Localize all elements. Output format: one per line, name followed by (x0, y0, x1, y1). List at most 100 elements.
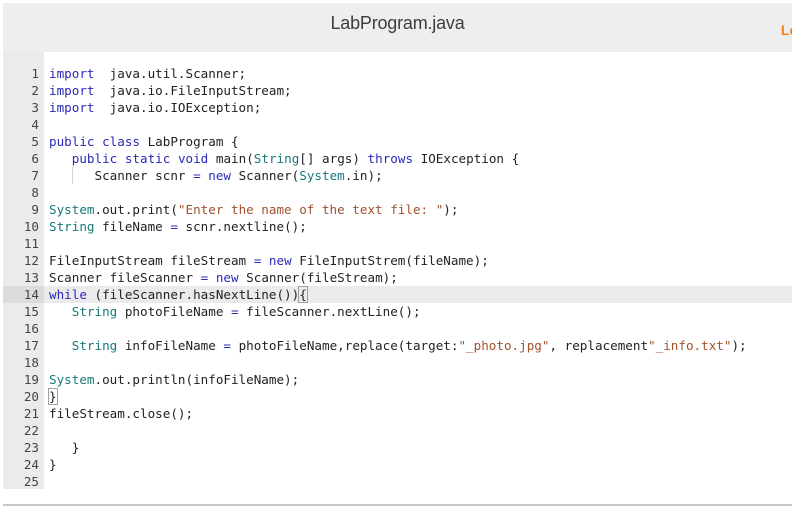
operator-token: = (230, 304, 239, 319)
code-editor[interactable]: 1 import java.util.Scanner; 2 import java.i… (3, 52, 792, 504)
line-code: public class LabProgram { (49, 133, 239, 150)
code-line[interactable]: 25 (3, 473, 792, 490)
line-number: 14 (3, 286, 39, 303)
code-token: infoFileName (117, 338, 224, 353)
code-token: main( (208, 151, 254, 166)
string-token: "_photo.jpg" (458, 338, 550, 353)
line-code: } (48, 388, 58, 405)
code-line[interactable]: 21 fileStream.close(); (3, 405, 792, 422)
code-lines[interactable]: 1 import java.util.Scanner; 2 import java.i… (3, 65, 792, 490)
code-line[interactable]: 8 (3, 184, 792, 201)
keyword-token: void (177, 151, 209, 166)
keyword-token: public (49, 134, 95, 149)
code-line[interactable]: 12 FileInputStream fileStream = new FileI… (3, 252, 792, 269)
line-code: Scanner fileScanner = new Scanner(fileSt… (49, 269, 398, 286)
code-token: photoFileName (117, 304, 231, 319)
matched-bracket: } (48, 388, 58, 405)
code-line[interactable]: 11 (3, 235, 792, 252)
side-panel-link[interactable]: Lo (781, 22, 792, 38)
line-number: 22 (23, 423, 39, 438)
line-code: String fileName = scnr.nextline(); (49, 218, 307, 235)
code-line[interactable]: 18 (3, 354, 792, 371)
code-line[interactable]: 20} (3, 388, 792, 405)
type-token: System (49, 202, 95, 217)
code-line[interactable]: 19 System.out.println(infoFileName); (3, 371, 792, 388)
code-token: Scanner( (231, 168, 300, 183)
line-number: 8 (31, 185, 39, 200)
code-line-active[interactable]: 14 while (fileScanner.hasNextLine()){ (3, 286, 792, 303)
code-line[interactable]: 3 import java.io.IOException; (3, 99, 792, 116)
line-number: 1 (31, 66, 39, 81)
line-number: 7 (31, 168, 39, 183)
code-line[interactable]: 23 } (3, 439, 792, 456)
code-line[interactable]: 16 (3, 320, 792, 337)
line-number: 13 (23, 270, 39, 285)
code-token: photoFileName,replace(target: (231, 338, 459, 353)
keyword-token: class (102, 134, 141, 149)
line-code: import java.io.FileInputStream; (49, 82, 292, 99)
code-token: ); (443, 202, 459, 217)
type-token: System (299, 168, 345, 183)
type-token: String (253, 151, 300, 166)
line-number: 6 (31, 151, 39, 166)
line-code: System.out.print("Enter the name of the … (49, 201, 458, 218)
code-token: java.util.Scanner; (94, 66, 247, 81)
keyword-token: import (49, 66, 95, 81)
code-line[interactable]: 22 (3, 422, 792, 439)
code-line[interactable]: 6 public static void main(String[] args)… (3, 150, 792, 167)
code-token: fileScanner.nextLine(); (238, 304, 421, 319)
keyword-token: public (71, 151, 118, 166)
string-token: "_info.txt" (648, 338, 732, 353)
code-line[interactable]: 4 (3, 116, 792, 133)
line-number: 3 (31, 100, 39, 115)
keyword-token: import (49, 100, 95, 115)
code-token: FileInputStream fileStream (49, 253, 254, 268)
code-line[interactable]: 5 public class LabProgram { (3, 133, 792, 150)
code-line[interactable]: 24} (3, 456, 792, 473)
code-token: IOException { (413, 151, 520, 166)
keyword-token: new (215, 270, 239, 285)
code-line[interactable]: 17 String infoFileName = photoFileName,r… (3, 337, 792, 354)
keyword-token: throws (367, 151, 414, 166)
code-token: ); (731, 338, 747, 353)
line-number: 5 (31, 134, 39, 149)
line-number: 18 (23, 355, 39, 370)
line-number: 2 (31, 83, 39, 98)
code-token: Scanner fileScanner (49, 270, 201, 285)
line-number: 10 (23, 219, 39, 234)
keyword-token: new (208, 168, 231, 183)
line-code: fileStream.close(); (49, 405, 193, 422)
line-code: Scanner scnr = new Scanner(System.in); (49, 167, 383, 184)
keyword-token: import (49, 83, 95, 98)
keyword-token: new (268, 253, 292, 268)
code-token: .out.print( (94, 202, 178, 217)
code-line[interactable]: 9 System.out.print("Enter the name of the… (3, 201, 792, 218)
code-token: } (49, 440, 80, 455)
line-code: import java.io.IOException; (49, 99, 261, 116)
code-token: scnr.nextline(); (177, 219, 307, 234)
code-line[interactable]: 10 String fileName = scnr.nextline(); (3, 218, 792, 235)
line-number: 4 (31, 117, 39, 132)
code-token: .in); (344, 168, 383, 183)
code-line[interactable]: 2 import java.io.FileInputStream; (3, 82, 792, 99)
type-token: String (49, 219, 95, 234)
type-token: String (71, 338, 118, 353)
line-code: } (49, 456, 57, 473)
code-token: .out.println(infoFileName); (94, 372, 300, 387)
code-token: fileName (94, 219, 171, 234)
line-number: 11 (23, 236, 39, 251)
type-token: System (49, 372, 95, 387)
code-token: Scanner(fileStream); (238, 270, 398, 285)
code-line[interactable]: 15 String photoFileName = fileScanner.ne… (3, 303, 792, 320)
code-line[interactable]: 13 Scanner fileScanner = new Scanner(file… (3, 269, 792, 286)
code-token: (fileScanner.hasNextLine()) (86, 287, 300, 302)
code-line[interactable]: 7 Scanner scnr = new Scanner(System.in); (3, 167, 792, 184)
string-token: "Enter the name of the text file: " (177, 202, 444, 217)
code-token: java.io.IOException; (94, 100, 262, 115)
code-line[interactable]: 1 import java.util.Scanner; (3, 65, 792, 82)
